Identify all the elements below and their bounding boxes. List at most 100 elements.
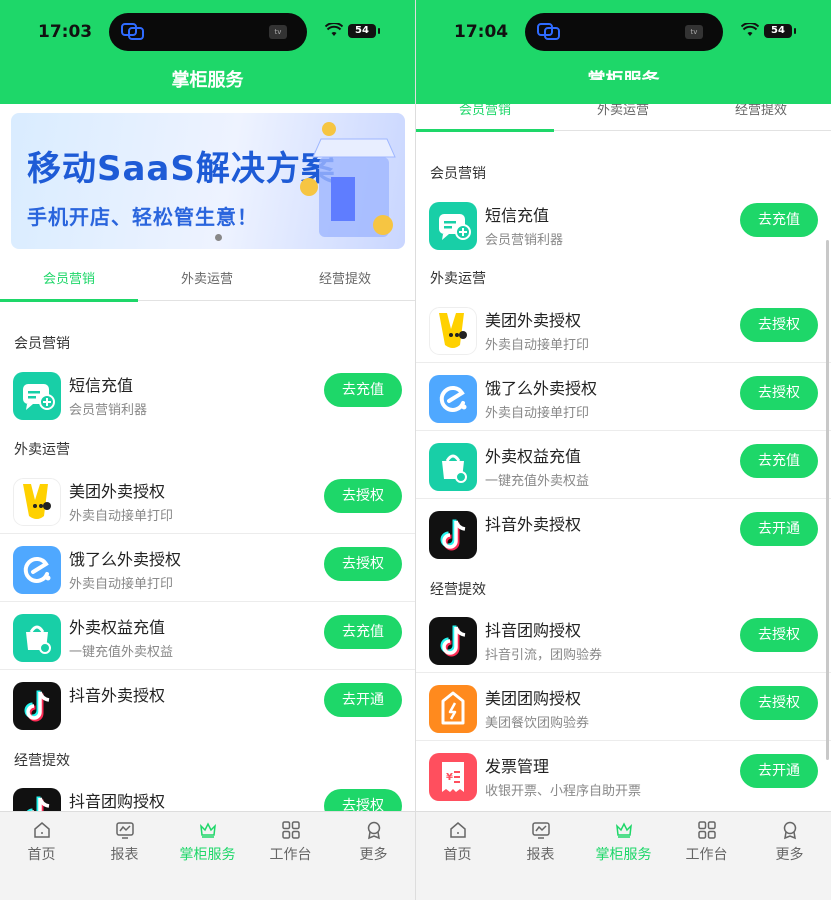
battery-icon: 54 — [348, 24, 380, 38]
nav-report[interactable]: 报表 — [83, 820, 166, 864]
item-name: 抖音外卖授权 — [69, 686, 166, 705]
screen-mirror-icon — [121, 23, 144, 40]
item-name: 饿了么外卖授权 — [69, 550, 182, 569]
meituan-icon — [429, 307, 477, 355]
grid-icon — [697, 821, 716, 839]
item-desc: 美团餐饮团购验券 — [485, 716, 590, 731]
screen-mirror-icon — [537, 23, 560, 40]
nav-label: 报表 — [110, 847, 139, 863]
scrollbar[interactable] — [826, 240, 829, 760]
home-icon — [449, 822, 466, 838]
douyin-icon — [429, 617, 477, 665]
item-desc: 外卖自动接单打印 — [69, 509, 174, 524]
crown-icon — [615, 822, 632, 838]
banner-title: 移动SaaS解决方案 — [27, 149, 336, 189]
section-title: 外卖运营 — [430, 271, 486, 287]
recharge-button[interactable]: 去充值 — [740, 444, 818, 478]
more-icon — [367, 821, 380, 840]
item-desc: 收银开票、小程序自助开票 — [485, 784, 642, 799]
list-item: 短信充值 会员营销利器 去充值 — [0, 360, 415, 428]
eleme-icon — [13, 546, 61, 594]
grid-icon — [281, 821, 300, 839]
nav-services[interactable]: 掌柜服务 — [582, 820, 665, 864]
nav-label: 工作台 — [685, 847, 728, 863]
item-name: 美团外卖授权 — [69, 482, 166, 501]
section-title: 外卖运营 — [14, 442, 70, 458]
dynamic-island: tv — [109, 13, 307, 51]
header: 17:03 tv 54 掌柜服务 — [0, 0, 415, 104]
nav-home[interactable]: 首页 — [0, 820, 83, 864]
bottom-nav: 首页 报表 掌柜服务 工作台 更多 — [0, 811, 415, 900]
item-name: 美团团购授权 — [485, 689, 582, 708]
item-desc: 会员营销利器 — [485, 233, 564, 248]
list-item: 抖音外卖授权 去开通 — [416, 499, 831, 567]
list-item: ¥ 发票管理 收银开票、小程序自助开票 去开通 — [416, 741, 831, 809]
crown-icon — [199, 822, 216, 838]
item-name: 发票管理 — [485, 757, 550, 776]
dynamic-island: tv — [525, 13, 723, 51]
item-name: 外卖权益充值 — [69, 618, 166, 637]
nav-label: 首页 — [27, 847, 56, 863]
authorize-button[interactable]: 去授权 — [740, 686, 818, 720]
item-desc: 外卖自动接单打印 — [485, 338, 590, 353]
list-item: 饿了么外卖授权 外卖自动接单打印 去授权 — [416, 363, 831, 431]
item-desc: 一键充值外卖权益 — [69, 645, 174, 660]
recharge-button[interactable]: 去充值 — [324, 373, 402, 407]
section-title: 会员营销 — [430, 166, 486, 182]
apple-tv-icon: tv — [685, 25, 703, 39]
authorize-button[interactable]: 去授权 — [740, 376, 818, 410]
promo-banner[interactable]: 移动SaaS解决方案 手机开店、轻松管生意！ — [11, 113, 405, 249]
nav-workbench[interactable]: 工作台 — [249, 820, 332, 864]
nav-label: 更多 — [775, 847, 804, 863]
authorize-button[interactable]: 去授权 — [324, 479, 402, 513]
more-icon — [783, 821, 796, 840]
tab-efficiency[interactable]: 经营提效 — [276, 261, 414, 301]
item-desc: 会员营销利器 — [69, 403, 148, 418]
item-name: 美团外卖授权 — [485, 311, 582, 330]
tab-takeout[interactable]: 外卖运营 — [138, 261, 276, 301]
sms-icon — [429, 202, 477, 250]
nav-label: 掌柜服务 — [179, 847, 236, 863]
nav-more[interactable]: 更多 — [748, 820, 831, 864]
svg-text:¥: ¥ — [446, 772, 453, 783]
invoice-icon: ¥ — [429, 753, 477, 801]
section-title: 会员营销 — [14, 336, 70, 352]
sms-icon — [13, 372, 61, 420]
nav-services[interactable]: 掌柜服务 — [166, 820, 249, 864]
section-title: 经营提效 — [430, 582, 486, 598]
item-desc: 外卖自动接单打印 — [69, 577, 174, 592]
banner-subtitle: 手机开店、轻松管生意！ — [27, 205, 258, 229]
activate-button[interactable]: 去开通 — [740, 512, 818, 546]
nav-label: 更多 — [359, 847, 388, 863]
authorize-button[interactable]: 去授权 — [324, 547, 402, 581]
list-item: 外卖权益充值 一键充值外卖权益 去充值 — [416, 431, 831, 499]
tab-member-marketing[interactable]: 会员营销 — [0, 261, 138, 302]
authorize-button[interactable]: 去授权 — [740, 618, 818, 652]
recharge-button[interactable]: 去充值 — [740, 203, 818, 237]
nav-more[interactable]: 更多 — [332, 820, 415, 864]
nav-label: 首页 — [443, 847, 472, 863]
status-time: 17:03 — [38, 22, 93, 42]
report-icon — [115, 822, 134, 839]
nav-report[interactable]: 报表 — [499, 820, 582, 864]
report-icon — [531, 822, 550, 839]
activate-button[interactable]: 去开通 — [324, 683, 402, 717]
activate-button[interactable]: 去开通 — [740, 754, 818, 788]
category-tabs: 会员营销 外卖运营 经营提效 — [0, 261, 415, 302]
status-time: 17:04 — [454, 22, 509, 42]
meituan-group-icon — [429, 685, 477, 733]
recharge-button[interactable]: 去充值 — [324, 615, 402, 649]
home-icon — [33, 822, 50, 838]
list-item: 抖音外卖授权 去开通 — [0, 670, 415, 738]
nav-workbench[interactable]: 工作台 — [665, 820, 748, 864]
item-name: 饿了么外卖授权 — [485, 379, 598, 398]
eleme-icon — [429, 375, 477, 423]
nav-home[interactable]: 首页 — [416, 820, 499, 864]
item-desc: 一键充值外卖权益 — [485, 474, 590, 489]
list-item: 美团团购授权 美团餐饮团购验券 去授权 — [416, 673, 831, 741]
list-item: 外卖权益充值 一键充值外卖权益 去充值 — [0, 602, 415, 670]
authorize-button[interactable]: 去授权 — [740, 308, 818, 342]
nav-label: 工作台 — [269, 847, 312, 863]
phone-screen-1: 17:03 tv 54 掌柜服务 移动SaaS解决方案 手机开店、轻松管生意！ … — [0, 0, 415, 900]
nav-label: 报表 — [526, 847, 555, 863]
